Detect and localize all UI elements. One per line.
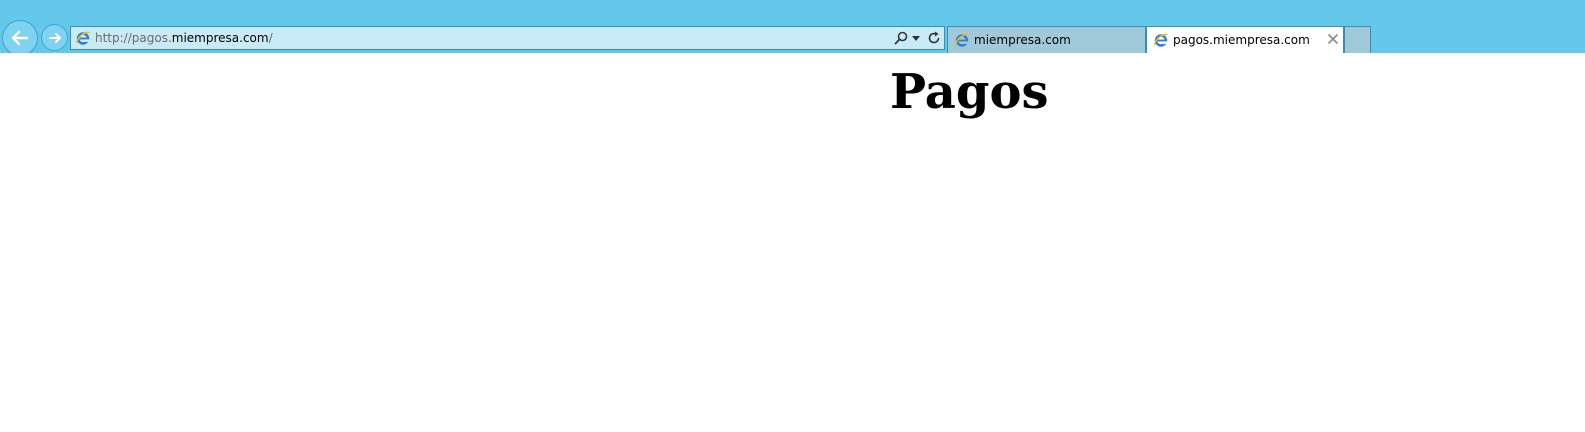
browser-toolbar: http://pagos.miempresa.com/ miempresa.co…	[0, 0, 1585, 56]
ie-icon	[954, 33, 969, 47]
tab-label: pagos.miempresa.com	[1173, 33, 1310, 47]
back-button[interactable]	[2, 20, 38, 56]
new-tab-button[interactable]	[1344, 26, 1371, 53]
address-bar[interactable]: http://pagos.miempresa.com/	[70, 26, 945, 50]
close-icon[interactable]	[1328, 34, 1338, 44]
back-arrow-icon	[11, 30, 29, 46]
page-content: Pagos	[0, 53, 1585, 432]
ie-icon	[1153, 33, 1168, 47]
tab-label: miempresa.com	[974, 33, 1071, 47]
forward-button[interactable]	[41, 24, 68, 51]
forward-arrow-icon	[48, 32, 61, 43]
url-domain: miempresa.com	[171, 31, 269, 45]
page-title: Pagos	[890, 64, 1049, 120]
address-url[interactable]: http://pagos.miempresa.com/	[95, 31, 273, 46]
tab-pagos[interactable]: pagos.miempresa.com	[1146, 26, 1344, 53]
url-scheme: http://	[95, 31, 132, 45]
ie-icon	[75, 31, 90, 45]
url-path: /	[268, 31, 273, 45]
tab-miempresa[interactable]: miempresa.com	[947, 26, 1146, 53]
url-subdomain: pagos.	[131, 31, 172, 45]
refresh-icon[interactable]	[927, 31, 941, 45]
search-icon[interactable]	[894, 31, 908, 45]
dropdown-arrow-icon[interactable]	[912, 36, 920, 41]
